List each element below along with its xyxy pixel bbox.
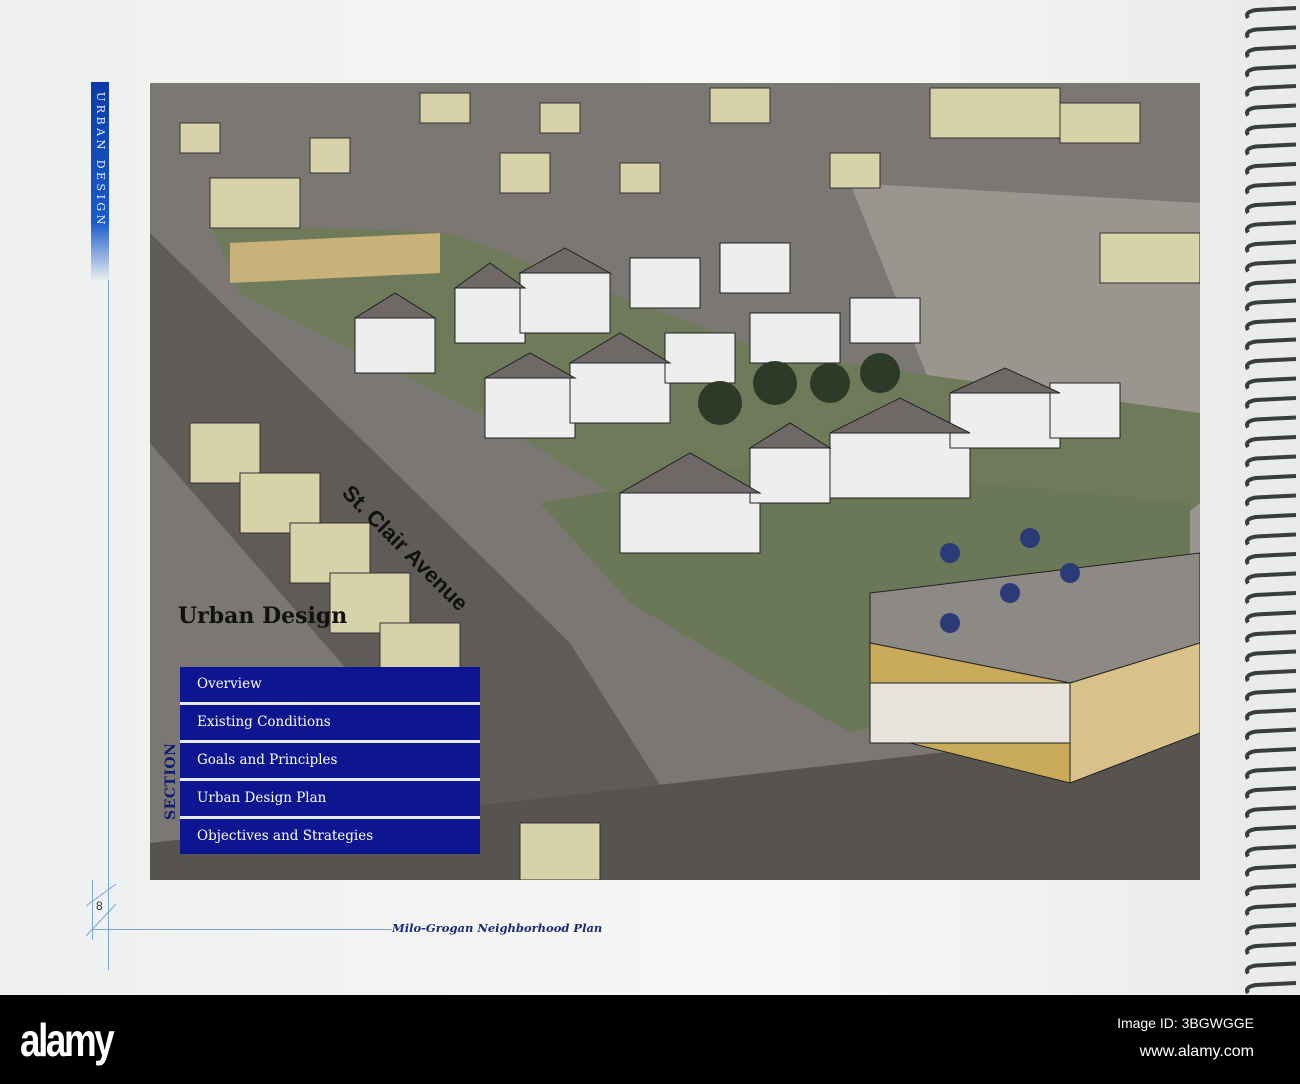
binding-coil — [1245, 123, 1297, 137]
binding-coil — [1245, 766, 1297, 780]
binding-coil — [1245, 844, 1297, 858]
binding-coil — [1245, 688, 1297, 702]
binding-coil — [1245, 493, 1297, 507]
binding-coil — [1245, 181, 1297, 195]
binding-coil — [1245, 337, 1297, 351]
binding-coil — [1245, 727, 1297, 741]
binding-coil — [1245, 45, 1297, 59]
spiral-binding — [1245, 6, 1297, 995]
binding-coil — [1245, 903, 1297, 917]
binding-coil — [1245, 240, 1297, 254]
page-corner-marks — [85, 884, 117, 937]
binding-coil — [1245, 981, 1297, 995]
binding-coil — [1245, 201, 1297, 215]
watermark-url: www.alamy.com — [1139, 1043, 1254, 1060]
binding-coil — [1245, 961, 1297, 975]
document-page: URBAN DESIGN St. Clair Avenue Urban Desi… — [0, 0, 1300, 995]
binding-coil — [1245, 435, 1297, 449]
binding-coil — [1245, 103, 1297, 117]
binding-coil — [1245, 571, 1297, 585]
outline-item-goals-principles[interactable]: Goals and Principles — [180, 743, 480, 781]
binding-coil — [1245, 591, 1297, 605]
binding-coil — [1245, 532, 1297, 546]
binding-coil — [1245, 747, 1297, 761]
binding-coil — [1245, 142, 1297, 156]
binding-coil — [1245, 396, 1297, 410]
binding-coil — [1245, 162, 1297, 176]
binding-coil — [1245, 6, 1297, 20]
binding-coil — [1245, 454, 1297, 468]
binding-coil — [1245, 84, 1297, 98]
binding-coil — [1245, 279, 1297, 293]
binding-coil — [1245, 922, 1297, 936]
binding-coil — [1245, 552, 1297, 566]
binding-coil — [1245, 610, 1297, 624]
binding-coil — [1245, 825, 1297, 839]
binding-coil — [1245, 649, 1297, 663]
margin-rule — [108, 280, 109, 970]
binding-coil — [1245, 474, 1297, 488]
footer-rule — [92, 929, 392, 930]
binding-coil — [1245, 708, 1297, 722]
outline-item-overview[interactable]: Overview — [180, 667, 480, 705]
binding-coil — [1245, 786, 1297, 800]
outline-item-urban-design-plan[interactable]: Urban Design Plan — [180, 781, 480, 819]
binding-coil — [1245, 805, 1297, 819]
watermark-logo: alamy — [20, 1014, 115, 1066]
binding-coil — [1245, 630, 1297, 644]
document-title: Milo-Grogan Neighborhood Plan — [392, 921, 603, 935]
section-tab-label: URBAN DESIGN — [94, 92, 107, 228]
binding-coil — [1245, 669, 1297, 683]
binding-coil — [1245, 318, 1297, 332]
binding-coil — [1245, 298, 1297, 312]
section-title: Urban Design — [178, 603, 348, 629]
binding-coil — [1245, 864, 1297, 878]
outline-item-existing-conditions[interactable]: Existing Conditions — [180, 705, 480, 743]
binding-coil — [1245, 220, 1297, 234]
section-tab: URBAN DESIGN — [91, 82, 109, 282]
page-number: 8 — [96, 899, 103, 913]
binding-coil — [1245, 376, 1297, 390]
binding-coil — [1245, 357, 1297, 371]
watermark-image-id: Image ID: 3BGWGGE — [1117, 1015, 1254, 1031]
outline-item-objectives-strategies[interactable]: Objectives and Strategies — [180, 819, 480, 854]
section-outline: Overview Existing Conditions Goals and P… — [180, 667, 480, 854]
binding-coil — [1245, 415, 1297, 429]
watermark-bar: alamy Image ID: 3BGWGGE www.alamy.com — [0, 995, 1300, 1084]
binding-coil — [1245, 883, 1297, 897]
binding-coil — [1245, 64, 1297, 78]
binding-coil — [1245, 513, 1297, 527]
binding-coil — [1245, 942, 1297, 956]
binding-coil — [1245, 25, 1297, 39]
binding-coil — [1245, 259, 1297, 273]
